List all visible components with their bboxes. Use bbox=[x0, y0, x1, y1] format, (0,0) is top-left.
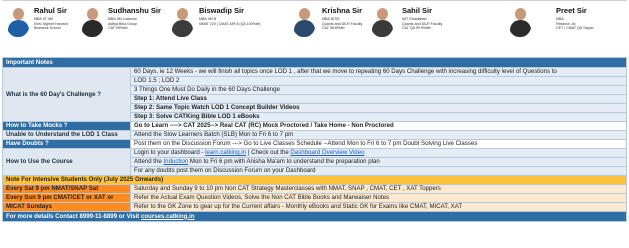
intensive-label: Every Sat 9 pm NMAT/SNAP Sat bbox=[2, 184, 131, 194]
table-row: For more details Contact 8999-11-8899 or… bbox=[2, 211, 627, 222]
intensive-value: Saturday and Sunday 9 to 10 pm Non CAT S… bbox=[130, 184, 627, 194]
faculty-name: Krishna Sir bbox=[322, 6, 363, 15]
table-row: What is the 60 Day's Challenge ? 60 Days… bbox=[2, 67, 627, 122]
text: Mon to Fri 6 pm with Anisha Ma'am to und… bbox=[188, 158, 380, 166]
avatar bbox=[370, 5, 394, 37]
row-label-mocks: How to Take Mocks ? bbox=[2, 121, 131, 131]
table-row: How to Use the Course Login to your dash… bbox=[2, 148, 627, 176]
faculty-name: Preet Sir bbox=[556, 6, 587, 15]
intensive-value: Refer the Actual Exam Question Videos, S… bbox=[130, 193, 627, 203]
avatar bbox=[80, 5, 104, 37]
avatar bbox=[6, 5, 30, 37]
table-row: Unable to Understand the LOD 1 Class Att… bbox=[2, 130, 627, 140]
text: Attend the bbox=[134, 158, 164, 166]
cell-text: Attend the Induction Mon to Fri 6 pm wit… bbox=[130, 157, 627, 167]
faculty-detail: CAT 98.8%iler bbox=[322, 26, 345, 30]
faculty-detail: CAT 99%iler bbox=[108, 26, 128, 30]
step-2: Step 2: Same Topic Watch LOD 1 Concept B… bbox=[130, 103, 627, 113]
cell-text: Go to Learn ----> CAT 2025--> Real CAT (… bbox=[130, 121, 627, 131]
avatar bbox=[508, 5, 532, 37]
table-row: Every Sat 9 pm NMAT/SNAP Sat Saturday an… bbox=[2, 184, 627, 194]
step-3: Step 3: Solve CATKing Bible LOD 1 eBooks bbox=[130, 112, 627, 122]
intensive-label: MICAT Sundays bbox=[2, 202, 131, 212]
avatar bbox=[292, 5, 316, 37]
dashboard-link[interactable]: learn.catking.in bbox=[205, 150, 246, 157]
faculty-name: Biswadip Sir bbox=[199, 6, 245, 15]
section-title-important-notes: Important Notes bbox=[2, 57, 627, 68]
row-label-course: How to Use the Course bbox=[2, 148, 131, 176]
footer-contact: For more details Contact 8999-11-8899 or… bbox=[2, 211, 627, 222]
faculty-name: Rahul Sir bbox=[34, 6, 67, 15]
cell-text: Post them on the Discussion Forum ---> G… bbox=[130, 139, 627, 149]
cell-text: 3 Things One Must Do Daily in the 60 Day… bbox=[130, 85, 627, 95]
faculty-detail: Business School bbox=[34, 26, 61, 30]
cell-text: LOD 1.5 ; LOD 2 bbox=[130, 76, 627, 86]
cell-text: 60 Days, ie 12 Weeks - we will finish al… bbox=[130, 67, 627, 77]
intensive-value: Refer to the GK Zone to gear up for the … bbox=[130, 202, 627, 212]
text: Login to your dashboard - bbox=[134, 149, 206, 157]
footer-text: For more details Contact 8999-11-8899 or… bbox=[6, 212, 142, 220]
table-row: MICAT Sundays Refer to the GK Zone to ge… bbox=[2, 202, 627, 212]
notes-table: Important Notes What is the 60 Day's Cha… bbox=[2, 57, 627, 222]
row-label-doubts: Have Doubts ? bbox=[2, 139, 131, 149]
cell-text: Attend the Slow Learners Batch (SLB) Mon… bbox=[130, 130, 627, 140]
table-row: Have Doubts ? Post them on the Discussio… bbox=[2, 139, 627, 149]
faculty-detail: NMAT 220 | CMAT AIR 8 (QA 100%ile) bbox=[199, 21, 261, 26]
faculty-detail: CET / CMAT QA Topper bbox=[556, 26, 594, 30]
table-row: Every Sun 9 pm CMAT/CET or XAT or Refer … bbox=[2, 193, 627, 203]
faculty-header: Rahul Sir MBA IIT-IIM Exec Mgmnt Harvard… bbox=[2, 0, 627, 47]
table-row: Note For Intensive Students Only (July 2… bbox=[2, 175, 627, 185]
cell-text: For any doubts post them on Discussion F… bbox=[130, 166, 627, 176]
intensive-label: Every Sun 9 pm CMAT/CET or XAT or bbox=[2, 193, 131, 203]
table-row: Important Notes bbox=[2, 57, 627, 68]
faculty-name: Sudhanshu Sir bbox=[108, 6, 161, 15]
induction-link[interactable]: Induction bbox=[163, 159, 188, 166]
faculty-name: Sahil Sir bbox=[402, 6, 433, 15]
section-title-intensive: Note For Intensive Students Only (July 2… bbox=[2, 175, 627, 185]
text: | Check out the bbox=[246, 149, 291, 157]
table-row: How to Take Mocks ? Go to Learn ----> CA… bbox=[2, 121, 627, 131]
row-label-challenge: What is the 60 Day's Challenge ? bbox=[2, 67, 131, 122]
avatar bbox=[170, 5, 194, 37]
dashboard-overview-video-link[interactable]: Dashboard Overview Video bbox=[290, 150, 364, 157]
faculty-detail: CAT QA 99.9%iler bbox=[402, 26, 431, 30]
row-label-lod: Unable to Understand the LOD 1 Class bbox=[2, 130, 131, 140]
courses-link[interactable]: courses.catking.in bbox=[141, 213, 195, 220]
step-1: Step 1: Attend Live Class bbox=[130, 94, 627, 104]
cell-text: Login to your dashboard - learn.catking.… bbox=[130, 148, 627, 158]
